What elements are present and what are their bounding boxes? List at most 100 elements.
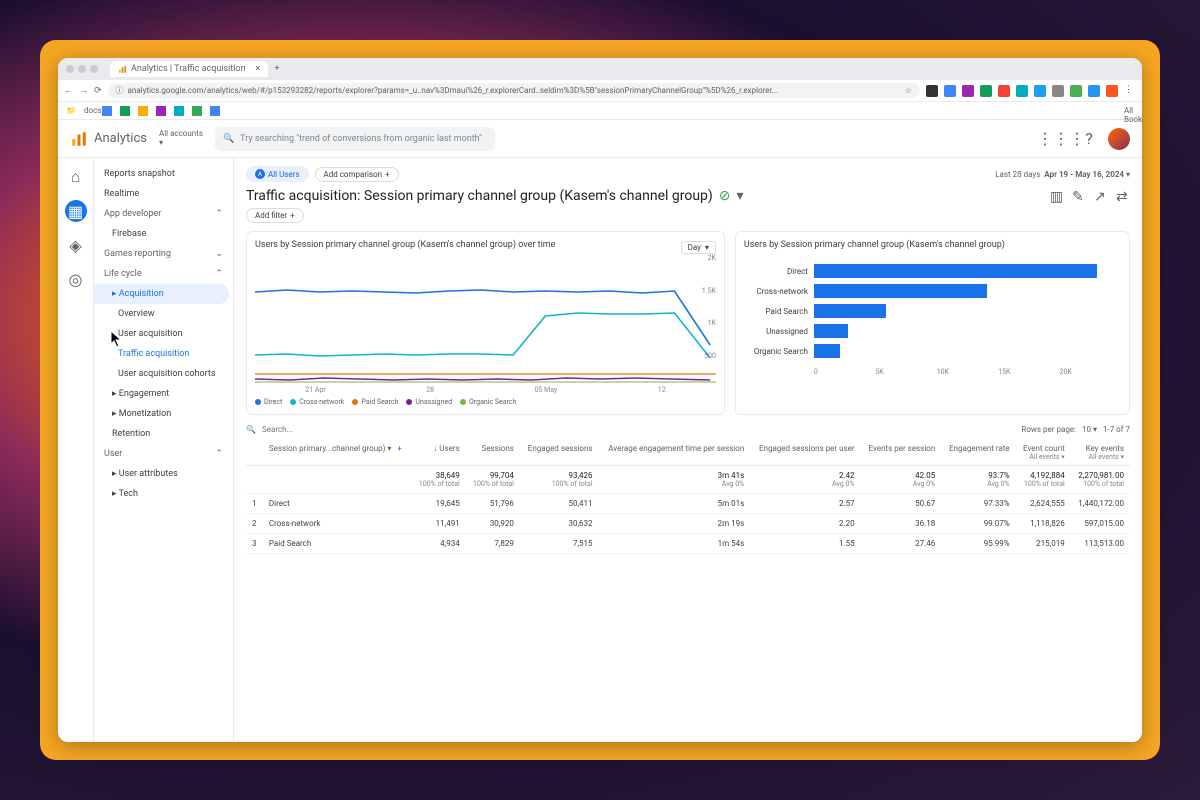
nav-user-cohorts[interactable]: User acquisition cohorts [94,364,233,384]
bookmark-icon[interactable] [192,106,202,116]
site-info-icon[interactable]: ⓘ [116,85,124,96]
col-eps[interactable]: Events per session [861,440,942,466]
tab-title: Analytics | Traffic acquisition [131,64,246,74]
icon-rail: ⌂ ▦ ◈ ◎ [58,158,94,742]
nav-user[interactable]: User⌃ [94,444,233,464]
nav-engagement[interactable]: ▸ Engagement [94,384,233,404]
all-users-chip[interactable]: AAll Users [246,166,309,182]
add-filter-button[interactable]: Add filter + [246,208,304,223]
nav-traffic-acq[interactable]: Traffic acquisition [94,344,233,364]
search-bar[interactable]: 🔍 Try searching "trend of conversions fr… [215,127,495,151]
browser-tab[interactable]: Analytics | Traffic acquisition × [110,61,268,77]
ext-icon[interactable] [1016,85,1028,97]
add-comparison-button[interactable]: Add comparison + [315,167,399,182]
nav-monetization[interactable]: ▸ Monetization [94,404,233,424]
dim-header[interactable]: Session primary...channel group) ▾ + [263,440,412,466]
compare-icon[interactable]: ⇄ [1116,189,1130,203]
ext-icon[interactable] [944,85,956,97]
new-tab-button[interactable]: + [274,64,279,74]
line-chart-card: Users by Session primary channel group (… [246,231,725,415]
ext-icon[interactable] [1034,85,1046,97]
all-bookmarks[interactable]: All Bookmarks [1124,106,1134,116]
bookmark-icon[interactable] [102,106,112,116]
table-row[interactable]: 3Paid Search 4,9347,8297,5151m 54s1.5527… [246,534,1130,554]
bookmark-icon[interactable] [174,106,184,116]
rows-per-page-select[interactable]: 10 ▾ [1082,425,1097,434]
side-nav: Reports snapshot Realtime App developer⌃… [94,158,234,742]
col-users[interactable]: ↓ Users [412,440,466,466]
nav-snapshot[interactable]: Reports snapshot [94,164,233,184]
table-row[interactable]: 1Direct 19,64551,79650,4115m 01s2.5750.6… [246,494,1130,514]
account-picker[interactable]: All accounts▾ [159,130,203,148]
address-bar[interactable]: ⓘ analytics.google.com/analytics/web/#/p… [108,83,920,98]
line-chart[interactable]: 2K 1.5K 1K 500 [255,254,716,384]
ads-icon[interactable]: ◎ [65,268,87,290]
help-icon[interactable]: ? [1080,130,1098,148]
nav-app-developer[interactable]: App developer⌃ [94,204,233,224]
bookmark-icon[interactable] [120,106,130,116]
chevron-down-icon[interactable]: ▾ [737,188,744,204]
window-controls [58,65,106,73]
nav-games[interactable]: Games reporting⌄ [94,244,233,264]
reload-button[interactable]: ⟳ [94,86,102,96]
bookmark-icon[interactable] [138,106,148,116]
col-espu[interactable]: Engaged sessions per user [750,440,860,466]
insights-icon[interactable]: ✎ [1072,189,1086,203]
forward-button[interactable]: → [79,85,88,96]
col-ec[interactable]: Event countAll events ▾ [1016,440,1071,466]
col-engaged[interactable]: Engaged sessions [520,440,599,466]
share-icon[interactable]: ↗ [1094,189,1108,203]
ext-icon[interactable] [980,85,992,97]
date-range-picker[interactable]: Last 28 days Apr 19 - May 16, 2024 ▾ [995,170,1130,179]
customize-icon[interactable]: ▥ [1050,189,1064,203]
nav-user-attr[interactable]: ▸ User attributes [94,464,233,484]
apps-icon[interactable]: ⋮⋮⋮ [1052,130,1070,148]
bookmark-icon[interactable] [210,106,220,116]
nav-lifecycle[interactable]: Life cycle⌃ [94,264,233,284]
nav-overview[interactable]: Overview [94,304,233,324]
analytics-favicon [118,65,127,74]
nav-retention[interactable]: Retention [94,424,233,444]
avatar[interactable] [1108,128,1130,150]
reports-icon[interactable]: ▦ [65,200,87,222]
page-info: 1-7 of 7 [1103,425,1130,434]
menu-icon[interactable]: ⋮ [1124,85,1136,97]
plus-icon[interactable]: + [397,444,402,453]
plus-icon: + [290,211,295,220]
close-tab-icon[interactable]: × [256,64,261,74]
bookmark-icon[interactable] [156,106,166,116]
product-logo[interactable]: Analytics [70,130,147,148]
ext-icon[interactable] [926,85,938,97]
star-icon[interactable]: ☆ [905,86,912,95]
nav-realtime[interactable]: Realtime [94,184,233,204]
nav-firebase[interactable]: Firebase [94,224,233,244]
nav-acquisition[interactable]: ▸ Acquisition [94,284,229,304]
table-search-input[interactable] [262,425,1015,434]
line-legend: Direct Cross-network Paid Search Unassig… [255,398,716,406]
bookmarks-bar: 📁 docs All Bookmarks [58,102,1142,120]
bar-chart[interactable]: Direct Cross-network Paid Search Unassig… [744,254,1121,368]
ext-icon[interactable] [998,85,1010,97]
ext-icon[interactable] [1088,85,1100,97]
col-sessions[interactable]: Sessions [466,440,520,466]
ext-icon[interactable] [1106,85,1118,97]
search-icon: 🔍 [246,425,256,434]
col-avgeng[interactable]: Average engagement time per session [599,440,751,466]
nav-user-acq[interactable]: User acquisition [94,324,233,344]
nav-tech[interactable]: ▸ Tech [94,484,233,504]
home-icon[interactable]: ⌂ [65,166,87,188]
col-ke[interactable]: Key eventsAll events ▾ [1071,440,1130,466]
data-table: Session primary...channel group) ▾ + ↓ U… [246,440,1130,554]
ext-icon[interactable] [1070,85,1082,97]
table-row[interactable]: 2Cross-network 11,49130,92030,6322m 19s2… [246,514,1130,534]
folder-icon[interactable]: 📁 [66,106,76,116]
explore-icon[interactable]: ◈ [65,234,87,256]
back-button[interactable]: ← [64,85,73,96]
interval-select[interactable]: Day ▾ [681,241,716,254]
main-content: AAll Users Add comparison + Last 28 days… [234,158,1142,742]
bookmark-folder[interactable]: docs [84,106,94,116]
ext-icon[interactable] [962,85,974,97]
plus-icon: + [385,170,390,179]
col-er[interactable]: Engagement rate [941,440,1015,466]
ext-icon[interactable] [1052,85,1064,97]
